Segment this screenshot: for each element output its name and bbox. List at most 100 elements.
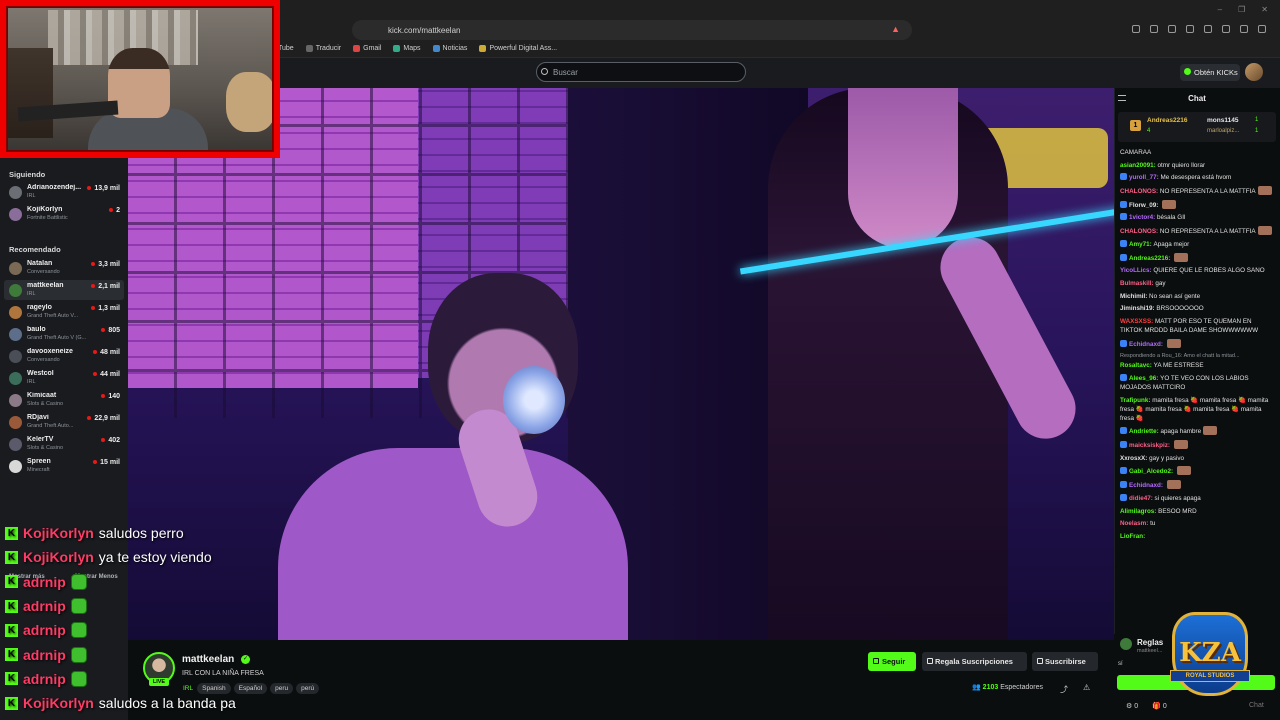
chat-username[interactable]: Alimilagros: [1120,508,1158,515]
user-avatar[interactable] [1245,63,1263,81]
overlay-chat-line: K KojiKorlyn saludos perro [0,521,300,545]
overlay-chat-user: adrnip [23,622,66,639]
sidebar-channel-item[interactable]: baulo Grand Theft Auto V (G... 805 [4,324,124,344]
extension-icon[interactable]: ▲ [891,24,900,34]
emote-icon [1174,252,1189,262]
sidebar-channel-item[interactable]: RDjavi Grand Theft Auto... 22,9 mil [4,412,124,432]
chat-username[interactable]: Amy71: [1129,241,1154,248]
sidebar-channel-item[interactable]: mattkeelan IRL 2,1 mil [4,280,124,300]
chat-message[interactable]: WAXSXSS: MATT POR ESO TE QUEMAN EN TIKTO… [1120,317,1272,335]
channel-avatar [9,208,22,221]
sidebar-channel-item[interactable]: Adrianozendej... IRL 13,9 mil [4,182,124,202]
chat-username[interactable]: WAXSXSS: [1120,318,1155,325]
share-icon[interactable]: ⤴ [1060,684,1068,695]
chat-message[interactable]: XxrosxX: gay y pasivo [1120,454,1272,463]
chat-message[interactable]: Trafipunk: mamita fresa 🍓 mamita fresa 🍓… [1120,396,1272,423]
chat-message[interactable]: didie47: si quieres apaga [1120,493,1272,503]
chat-message[interactable]: LioFran: [1120,532,1272,541]
chat-message[interactable]: Echidnaxd: [1120,480,1272,490]
chat-username[interactable]: Florw_09: [1129,202,1160,209]
chat-username[interactable]: 1victor4: [1129,214,1157,221]
chat-message[interactable]: Alees_96: YO TE VEO CON LOS LABIOS MOJAD… [1120,374,1272,392]
chat-message[interactable]: maicksiskpiz: [1120,440,1272,450]
sidebar-channel-item[interactable]: KojiKorlyn Fortnite Battlistic 2 [4,204,124,224]
chat-message[interactable]: CHALONOS: NO REPRESENTA A LA MATTFIA [1120,186,1272,196]
sidebar-channel-item[interactable]: davooxeneize Conversando 48 mil [4,346,124,366]
chat-username[interactable]: asian20091: [1120,162,1157,169]
sidebar-channel-item[interactable]: Spreen Minecraft 15 mil [4,456,124,476]
bookmark-item[interactable]: Maps [393,42,421,54]
chat-username[interactable]: LioFran: [1120,533,1145,540]
chat-username[interactable]: Jiminshi19: [1120,305,1156,312]
top-gifters-banner[interactable] [1118,112,1276,142]
chat-username[interactable]: Andreas2216: [1129,255,1172,262]
gift-subs-button[interactable]: Regala Suscripciones [922,652,1027,671]
chat-message[interactable]: 1victor4: bésala GIl [1120,213,1272,222]
bookmark-item[interactable]: Noticias [432,42,467,54]
chat-username[interactable]: Bulmaskill: [1120,280,1155,287]
channel-category: IRL [27,291,36,297]
chat-username[interactable]: Rosaltavc: [1120,362,1154,369]
report-icon[interactable]: ⚠ [1083,683,1090,692]
channel-viewers: 2 [109,207,120,214]
chat-message[interactable]: Noelasm: tu [1120,519,1272,528]
channel-name: Natalan [27,260,53,267]
address-bar[interactable]: kick.com/mattkeelan [352,20,912,40]
chat-message[interactable]: Alimilagros: BESOO MRD [1120,507,1272,516]
subscribe-button[interactable]: Suscribirse [1032,652,1098,671]
points-count[interactable]: ⚙ 0 [1126,702,1138,710]
chat-username[interactable]: Noelasm: [1120,520,1150,527]
chat-message[interactable]: CAMARAA [1120,148,1272,157]
chat-username[interactable]: Gabi_Alcedo2: [1129,468,1175,475]
chat-username[interactable]: Trafipunk: [1120,397,1152,404]
webcam-dog [226,72,272,132]
follow-button[interactable]: Seguir [868,652,916,671]
kza-logo-subtitle: ROYAL STUDIOS [1170,670,1250,682]
sidebar-channel-item[interactable]: Kimicaat Slots & Casino 140 [4,390,124,410]
bookmark-item[interactable]: Traducir [305,42,341,54]
chat-username[interactable]: Michimil: [1120,293,1149,300]
chat-username[interactable]: CHALONOS: [1120,228,1160,235]
search-input[interactable]: Buscar [536,62,746,82]
kick-badge-icon: K [5,526,18,540]
chat-message[interactable]: Bulmaskill: gay [1120,279,1272,288]
chat-username[interactable]: Andriette: [1129,428,1161,435]
chat-message[interactable]: Echidnaxd: [1120,338,1272,349]
sidebar-channel-item[interactable]: KelerTV Slots & Casino 402 [4,434,124,454]
browser-toolbar-icons[interactable] [1132,25,1266,33]
window-controls[interactable]: – ❐ ✕ [1218,5,1268,14]
live-dot-icon [93,460,98,465]
bookmark-item[interactable]: Tube [278,42,294,54]
chat-username[interactable]: maicksiskpiz: [1129,442,1172,449]
chat-message[interactable]: CHALONOS: NO REPRESENTA A LA MATTFIA [1120,226,1272,236]
chat-username[interactable]: didie47: [1129,495,1155,502]
bookmark-item[interactable]: Powerful Digital Ass... [479,42,557,54]
chat-message[interactable]: Jiminshi19: BRSOOOOOOO [1120,304,1272,313]
chat-username[interactable]: Alees_96: [1129,375,1160,382]
emote-icon [1166,480,1181,490]
chat-username[interactable]: yuroll_77: [1129,174,1161,181]
chat-username[interactable]: CHALONOS: [1120,188,1160,195]
chat-message[interactable]: Andriette: apaga hambre [1120,426,1272,436]
chat-text: si quieres apaga [1154,494,1201,502]
sidebar-channel-item[interactable]: Westcol IRL 44 mil [4,368,124,388]
chat-username[interactable]: Echidnaxd: [1129,341,1165,348]
sidebar-channel-item[interactable]: Natalan Conversando 3,3 mil [4,258,124,278]
chat-message[interactable]: asian20091: otmr quiero llorar [1120,161,1272,170]
chat-message[interactable]: yuroll_77: Me desespera está hvom [1120,173,1272,182]
chat-username[interactable]: YicoLLics: [1120,267,1153,274]
kick-badge-icon: K [5,575,18,589]
chat-message[interactable]: Michimil: No sean así gente [1120,292,1272,301]
channel-avatar [9,262,22,275]
chat-message[interactable]: YicoLLics: QUIERE QUE LE ROBES ALGO SANO [1120,266,1272,275]
chat-message[interactable]: Florw_09: [1120,199,1272,210]
chat-username[interactable]: XxrosxX: [1120,455,1149,462]
chat-message[interactable]: Gabi_Alcedo2: [1120,466,1272,476]
chat-username[interactable]: Echidnaxd: [1129,482,1165,489]
chat-message[interactable]: Andreas2216: [1120,252,1272,263]
live-dot-icon [101,328,106,333]
chat-message[interactable]: Amy71: Apaga mejor [1120,239,1272,249]
bookmark-item[interactable]: Gmail [353,42,381,54]
sidebar-channel-item[interactable]: rageylo Grand Theft Auto V... 1,3 mil [4,302,124,322]
chat-message[interactable]: Respondiendo a Rou_16: Amo el chatt la m… [1120,352,1272,370]
